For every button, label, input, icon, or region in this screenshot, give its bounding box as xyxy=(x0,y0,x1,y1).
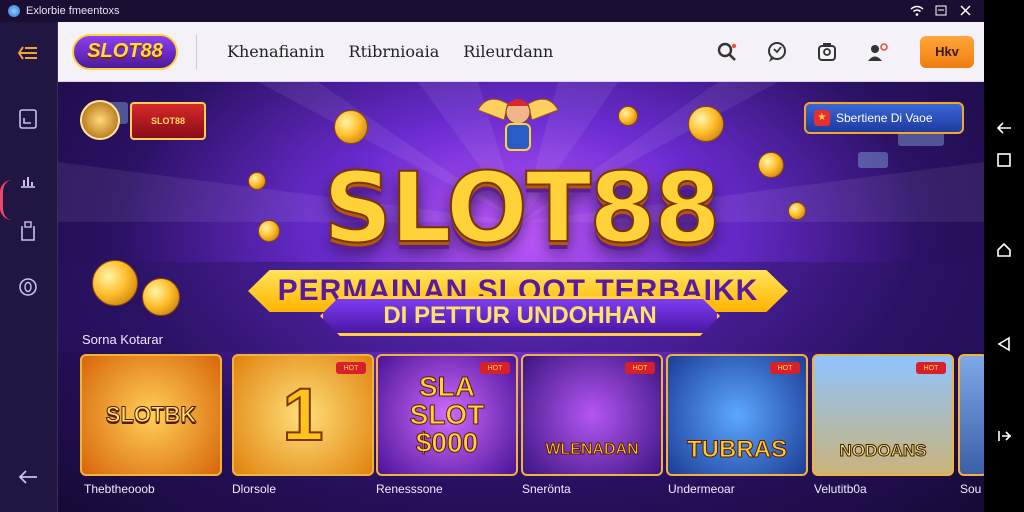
nav-link-1[interactable]: Khenafianin xyxy=(227,42,325,61)
game-card-label[interactable]: Sou xyxy=(960,482,981,496)
game-card-label[interactable]: Thebtheooob xyxy=(84,482,155,496)
wallet-icon[interactable] xyxy=(814,39,840,65)
hot-tag: HOT xyxy=(480,362,510,374)
left-nav xyxy=(0,22,58,512)
games-section-title: Sorna Kotarar xyxy=(82,332,163,347)
promo-chip[interactable]: ★ Sbertiene Di Vaoe xyxy=(804,102,964,134)
gift-icon: ★ xyxy=(814,110,830,126)
window-restore-icon[interactable] xyxy=(934,5,948,17)
app-icon xyxy=(8,5,20,17)
search-icon[interactable] xyxy=(714,39,740,65)
exit-icon[interactable] xyxy=(994,426,1014,446)
wifi-icon xyxy=(910,5,924,17)
info-icon[interactable] xyxy=(13,272,43,302)
game-card-art: SLA SLOT $000 xyxy=(409,371,485,458)
game-card-label[interactable]: Undermeoar xyxy=(668,482,735,496)
nav-link-2[interactable]: Rtibrnioaia xyxy=(349,42,440,61)
home-icon[interactable] xyxy=(994,240,1014,260)
back-icon[interactable] xyxy=(994,118,1014,138)
hero-title: SLOT88 xyxy=(322,151,722,265)
hot-tag: HOT xyxy=(770,362,800,374)
back-arrow-icon[interactable] xyxy=(13,462,43,492)
hero-banner: SLOT88 ★ Sbertiene Di Vaoe SLOT88 PERMAI… xyxy=(58,82,984,512)
hot-tag: HOT xyxy=(336,362,366,374)
game-card-art: WLENADAN xyxy=(545,441,639,458)
coin-2 xyxy=(688,106,724,142)
chat-icon[interactable] xyxy=(764,39,790,65)
top-header: SLOT88 Khenafianin Rtibrnioaia Rileurdan… xyxy=(58,22,984,82)
chart-icon[interactable] xyxy=(13,166,43,196)
game-card-label[interactable]: Velutitb0a xyxy=(814,482,867,496)
game-card-art: SLOTBK xyxy=(105,402,197,427)
window-title: Exlorbie fmeentoxs xyxy=(26,5,120,17)
game-card-label[interactable]: Dlorsole xyxy=(232,482,276,496)
close-icon[interactable] xyxy=(958,5,972,17)
status-bar: Exlorbie fmeentoxs xyxy=(0,0,984,22)
game-card[interactable]: HOT 1 xyxy=(232,354,374,476)
main-nav: Khenafianin Rtibrnioaia Rileurdann xyxy=(227,42,553,61)
game-card-art: TUBRAS xyxy=(687,436,788,463)
coin-5 xyxy=(92,260,138,306)
header-cta-button[interactable]: Hkv xyxy=(920,35,974,68)
promo-badge[interactable]: SLOT88 xyxy=(130,102,206,140)
clipboard-icon[interactable] xyxy=(13,216,43,246)
hot-tag: HOT xyxy=(625,362,655,374)
stop-icon[interactable] xyxy=(994,150,1014,170)
game-card[interactable]: HOT NODOANS xyxy=(812,354,954,476)
header-divider xyxy=(196,33,197,70)
triangle-back-icon[interactable] xyxy=(994,334,1014,354)
coin-4 xyxy=(618,106,638,126)
game-card-row: SLOTBK Thebtheooob HOT 1 Dlorsole HOT SL… xyxy=(80,354,984,496)
game-card-label[interactable]: Snerönta xyxy=(522,482,571,496)
menu-icon[interactable] xyxy=(13,38,43,68)
game-card-art: NODOANS xyxy=(839,440,927,460)
game-card-label[interactable]: Renesssone xyxy=(376,482,443,496)
mascot-character xyxy=(477,98,559,151)
hero-banner-line-2: DI PETTUR UNDOHHAN xyxy=(320,296,720,336)
promo-chip-label: Sbertiene Di Vaoe xyxy=(836,111,933,125)
coin-1 xyxy=(334,110,368,144)
game-card[interactable]: HOT SLA SLOT $000 xyxy=(376,354,518,476)
hot-tag: HOT xyxy=(916,362,946,374)
game-card[interactable]: HOT TUBRAS xyxy=(666,354,808,476)
user-settings-icon[interactable] xyxy=(864,39,890,65)
brand-logo[interactable]: SLOT88 xyxy=(72,33,178,70)
game-card[interactable]: HOT WLENADAN xyxy=(521,354,663,476)
trophy-badge-icon xyxy=(80,100,120,140)
coin-6 xyxy=(142,278,180,316)
game-card[interactable] xyxy=(958,354,984,476)
nav-link-3[interactable]: Rileurdann xyxy=(463,42,553,61)
game-card[interactable]: SLOTBK xyxy=(80,354,222,476)
game-card-art: 1 xyxy=(281,373,324,456)
file-icon[interactable] xyxy=(13,104,43,134)
system-nav-bar xyxy=(984,0,1024,512)
